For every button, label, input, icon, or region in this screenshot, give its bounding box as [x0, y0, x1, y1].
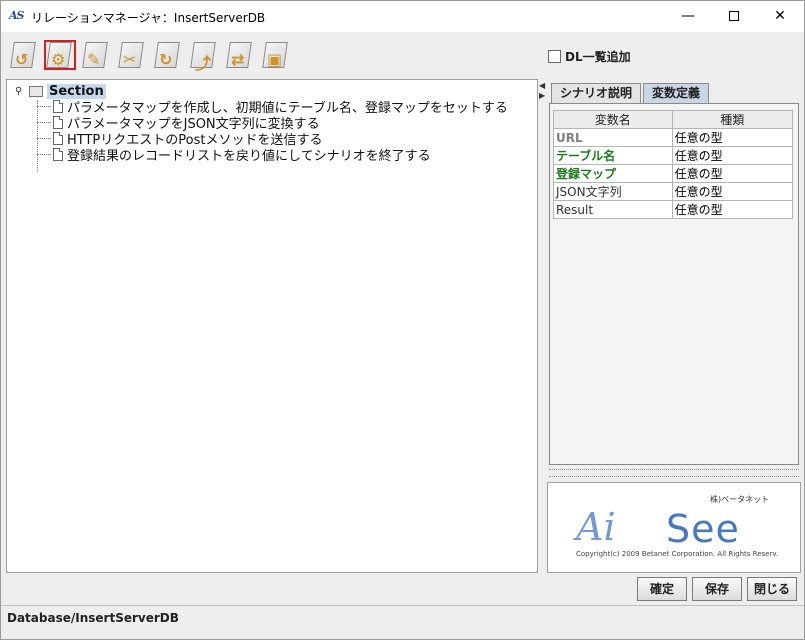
toolbar-button-2[interactable]: ⚙	[42, 38, 78, 72]
collapse-left-icon[interactable]: ◀	[539, 81, 545, 90]
table-row[interactable]: 登録マップ 任意の型	[553, 164, 794, 183]
app-logo-icon: AS	[9, 9, 24, 22]
tree-branch-line	[37, 105, 51, 107]
toolbar-button-8[interactable]: ▣	[258, 38, 294, 72]
logo-mark-ai: Ai	[576, 505, 616, 549]
logo-mark-see: See	[666, 507, 740, 551]
table-row[interactable]: URL 任意の型	[553, 128, 794, 147]
file-icon	[53, 115, 63, 129]
scenario-tree[interactable]: ⚲ Section パラメータマップを作成し、初期値にテーブル名、登録マップをセ…	[6, 79, 538, 573]
close-icon: ✕	[774, 8, 786, 24]
title-bar: AS リレーションマネージャ：InsertServerDB — ✕	[1, 1, 804, 32]
dl-list-add-checkbox[interactable]	[548, 50, 561, 63]
variable-type-cell[interactable]: 任意の型	[671, 200, 794, 219]
variable-type-cell[interactable]: 任意の型	[671, 182, 794, 201]
copyright-text: Copyright(c) 2009 Betanet Corporation. A…	[576, 550, 779, 558]
toolbar-button-5[interactable]: ↻	[150, 38, 186, 72]
variable-table: 変数名 種類 URL 任意の型 テーブル名 任意の型 登録マップ 任意の型 JSON文字列任…	[553, 110, 794, 219]
cut-icon: ✂	[123, 50, 137, 69]
save-button[interactable]: 保存	[692, 577, 742, 601]
variable-type-cell[interactable]: 任意の型	[671, 128, 794, 147]
tab-scenario-description[interactable]: シナリオ説明	[551, 83, 642, 103]
tree-item-label[interactable]: 登録結果のレコードリストを戻り値にしてシナリオを終了する	[67, 145, 431, 164]
collapse-right-icon[interactable]: ▶	[539, 91, 545, 100]
right-tabs: シナリオ説明 変数定義	[551, 83, 711, 103]
variable-name-cell[interactable]: JSON文字列	[553, 182, 673, 201]
maximize-button[interactable]	[711, 1, 757, 32]
variable-name-cell[interactable]: URL	[553, 128, 673, 147]
settings-icon: ⚙	[51, 50, 66, 69]
folder-icon	[29, 86, 43, 97]
logo-panel: 株)ベータネット Ai See Copyright(c) 2009 Betane…	[547, 482, 801, 573]
toolbar: ↺ ⚙ ✎ ✂ ↻ ⤴ ⇄ ▣	[6, 38, 294, 74]
table-header-row: 変数名 種類	[553, 110, 794, 129]
toolbar-button-6[interactable]: ⤴	[186, 38, 222, 73]
variable-name-cell[interactable]: Result	[553, 200, 673, 219]
tree-branch-line	[37, 137, 51, 139]
minimize-icon: —	[681, 8, 695, 24]
dl-list-add-option[interactable]: DL一覧追加	[548, 48, 631, 65]
toolbar-button-3[interactable]: ✎	[78, 38, 114, 72]
variable-type-cell[interactable]: 任意の型	[671, 146, 794, 165]
toolbar-button-4[interactable]: ✂	[114, 38, 150, 72]
file-icon	[53, 131, 63, 145]
status-path: Database/InsertServerDB	[7, 611, 179, 625]
app-window: AS リレーションマネージャ：InsertServerDB — ✕ ↺ ⚙ ✎ …	[0, 0, 805, 640]
tree-branch-line	[37, 153, 51, 155]
table-row[interactable]: Result 任意の型	[553, 200, 794, 219]
horizontal-splitter[interactable]	[549, 469, 799, 477]
variable-type-cell[interactable]: 任意の型	[671, 164, 794, 183]
table-row[interactable]: テーブル名 任意の型	[553, 146, 794, 165]
column-header-name[interactable]: 変数名	[553, 110, 673, 129]
collapse-toggle-icon[interactable]: ⚲	[15, 86, 25, 97]
variable-name-cell[interactable]: 登録マップ	[553, 164, 673, 183]
file-icon	[53, 147, 63, 161]
dl-list-add-label: DL一覧追加	[565, 50, 631, 64]
table-row[interactable]: JSON文字列 任意の型	[553, 182, 794, 201]
variable-definitions-panel: 変数名 種類 URL 任意の型 テーブル名 任意の型 登録マップ 任意の型 JSON文字列任…	[549, 103, 799, 465]
status-bar-divider	[1, 605, 804, 606]
maximize-icon	[729, 11, 739, 21]
edit-icon: ✎	[87, 50, 101, 69]
close-window-button[interactable]: ✕	[757, 1, 803, 32]
window-title: リレーションマネージャ：InsertServerDB	[31, 11, 266, 25]
company-name: 株)ベータネット	[710, 495, 770, 504]
column-header-type[interactable]: 種類	[671, 110, 794, 129]
file-icon	[53, 99, 63, 113]
vertical-splitter[interactable]: ◀ ▶	[538, 79, 546, 573]
move-icon: ⇄	[231, 50, 245, 69]
minimize-button[interactable]: —	[665, 1, 711, 32]
tree-item[interactable]: 登録結果のレコードリストを戻り値にしてシナリオを終了する	[37, 145, 431, 164]
undo-icon: ↺	[15, 50, 29, 69]
copy-icon: ↻	[159, 50, 173, 69]
confirm-button[interactable]: 確定	[637, 577, 687, 601]
paste-icon: ⤴	[195, 54, 212, 73]
tree-branch-line	[37, 121, 51, 123]
toolbar-button-1[interactable]: ↺	[6, 38, 42, 72]
toolbar-button-7[interactable]: ⇄	[222, 38, 258, 72]
delete-icon: ▣	[267, 50, 283, 69]
tab-variable-definitions[interactable]: 変数定義	[643, 83, 710, 103]
variable-name-cell[interactable]: テーブル名	[553, 146, 673, 165]
close-button[interactable]: 閉じる	[747, 577, 797, 601]
